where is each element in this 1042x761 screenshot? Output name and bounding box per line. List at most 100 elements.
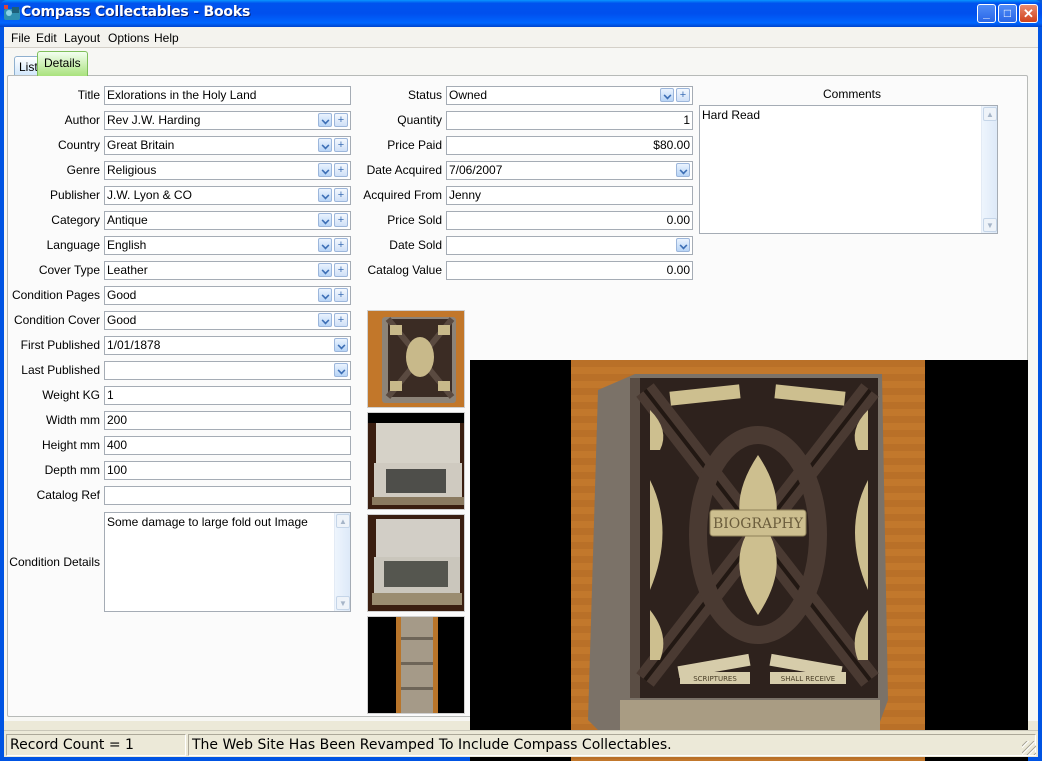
resize-grip[interactable] — [1022, 741, 1036, 755]
scroll-down-icon[interactable]: ▼ — [336, 596, 350, 610]
thumbnail-open-book-1[interactable] — [367, 412, 465, 510]
chevron-down-icon[interactable] — [318, 313, 332, 327]
mid-field-label: Price Sold — [387, 213, 442, 227]
width-mm-field[interactable]: 200 — [104, 411, 351, 430]
open-book-thumbnail-icon — [368, 515, 464, 611]
left-field-label: Genre — [66, 163, 100, 177]
mid-field-label: Status — [407, 88, 442, 102]
minimize-button[interactable]: _ — [977, 4, 996, 23]
comments-scrollbar[interactable]: ▲ ▼ — [981, 106, 997, 233]
menu-edit[interactable]: Edit — [36, 31, 57, 45]
condition-details-value: Some damage to large fold out Image — [107, 515, 308, 529]
language-value: English — [107, 238, 147, 252]
book-cover-photo-icon: BIOGRAPHY SCRIPTURES SHALL RECEIVE — [470, 360, 1028, 761]
app-window: Compass Collectables - Books _ □ ✕ File … — [0, 0, 1042, 761]
add-icon[interactable]: + — [334, 313, 348, 327]
acquired-from-field[interactable]: Jenny — [446, 186, 693, 205]
menu-options[interactable]: Options — [108, 31, 149, 45]
thumbnail-open-book-2[interactable] — [367, 514, 465, 612]
left-field-label: First Published — [20, 338, 100, 352]
chevron-down-icon[interactable] — [676, 163, 690, 177]
menu-help[interactable]: Help — [154, 31, 179, 45]
weight-kg-field[interactable]: 1 — [104, 386, 351, 405]
depth-mm-value: 100 — [107, 463, 128, 477]
maximize-button[interactable]: □ — [998, 4, 1017, 23]
add-icon[interactable]: + — [334, 288, 348, 302]
open-book-thumbnail-icon — [368, 413, 464, 509]
mid-field-label: Catalog Value — [367, 263, 443, 277]
depth-mm-field[interactable]: 100 — [104, 461, 351, 480]
left-field-label: Catalog Ref — [36, 488, 100, 502]
left-field-label: Depth mm — [44, 463, 100, 477]
left-field-label: Author — [64, 113, 100, 127]
status-message: The Web Site Has Been Revamped To Includ… — [188, 734, 1036, 756]
left-field-label: Height mm — [41, 438, 100, 452]
date-acquired-value: 7/06/2007 — [449, 163, 503, 177]
status-field[interactable]: Owned + — [446, 86, 693, 105]
chevron-down-icon[interactable] — [334, 338, 348, 352]
quantity-field[interactable]: 1 — [446, 111, 693, 130]
mid-field-label: Date Acquired — [366, 163, 442, 177]
price-paid-value: $80.00 — [653, 138, 690, 152]
condition-details-scrollbar[interactable]: ▲ ▼ — [334, 513, 350, 611]
left-field-label: Country — [57, 138, 100, 152]
catalog-value-field[interactable]: 0.00 — [446, 261, 693, 280]
chevron-down-icon[interactable] — [318, 288, 332, 302]
window-title: Compass Collectables - Books — [21, 4, 251, 20]
left-field-label: Title — [77, 88, 100, 102]
last-published-field[interactable] — [104, 361, 351, 380]
chevron-down-icon[interactable] — [660, 88, 674, 102]
height-mm-value: 400 — [107, 438, 128, 452]
menu-layout[interactable]: Layout — [64, 31, 100, 45]
condition-cover-value: Good — [107, 313, 137, 327]
left-field-label: Cover Type — [38, 263, 100, 277]
first-published-field[interactable]: 1/01/1878 — [104, 336, 351, 355]
cover-type-value: Leather — [107, 263, 148, 277]
comments-value: Hard Read — [702, 108, 761, 122]
height-mm-field[interactable]: 400 — [104, 436, 351, 455]
date-sold-field[interactable] — [446, 236, 693, 255]
left-field-label: Category — [51, 213, 100, 227]
first-published-value: 1/01/1878 — [107, 338, 161, 352]
author-value: Rev J.W. Harding — [107, 113, 201, 127]
chevron-down-icon[interactable] — [334, 363, 348, 377]
status-value: Owned — [449, 88, 488, 102]
comments-textarea[interactable]: Hard Read ▲ ▼ — [699, 105, 998, 234]
mid-field-label: Date Sold — [389, 238, 442, 252]
catalog-ref-field[interactable] — [104, 486, 351, 505]
scroll-up-icon[interactable]: ▲ — [336, 514, 350, 528]
chevron-down-icon[interactable] — [676, 238, 690, 252]
record-count: Record Count = 1 — [6, 734, 186, 756]
main-book-image[interactable]: BIOGRAPHY SCRIPTURES SHALL RECEIVE — [470, 360, 1028, 761]
menu-file[interactable]: File — [11, 31, 30, 45]
publisher-value: J.W. Lyon & CO — [107, 188, 192, 202]
price-sold-value: 0.00 — [666, 213, 690, 227]
left-field-label: Width mm — [46, 413, 100, 427]
price-sold-field[interactable]: 0.00 — [446, 211, 693, 230]
title-value: Exlorations in the Holy Land — [107, 88, 257, 102]
condition-cover-field[interactable]: Good + — [104, 311, 351, 330]
banner-right-text: SHALL RECEIVE — [781, 675, 835, 683]
tab-details[interactable]: Details — [37, 51, 88, 76]
catalog-value-value: 0.00 — [666, 263, 690, 277]
thumbnail-spine[interactable] — [367, 616, 465, 714]
mid-field-label: Acquired From — [363, 188, 442, 202]
add-icon[interactable]: + — [676, 88, 690, 102]
condition-pages-field[interactable]: Good + — [104, 286, 351, 305]
condition-pages-value: Good — [107, 288, 137, 302]
thumbnail-cover[interactable] — [367, 310, 465, 408]
scroll-down-icon[interactable]: ▼ — [983, 218, 997, 232]
details-panel: Title Exlorations in the Holy Land Author R… — [7, 75, 1028, 761]
book-cover-thumbnail-icon — [368, 311, 464, 407]
scroll-up-icon[interactable]: ▲ — [983, 107, 997, 121]
quantity-value: 1 — [683, 113, 690, 127]
condition-details-textarea[interactable]: Some damage to large fold out Image ▲ ▼ — [104, 512, 351, 612]
title-bar[interactable]: Compass Collectables - Books _ □ ✕ — [0, 0, 1042, 27]
price-paid-field[interactable]: $80.00 — [446, 136, 693, 155]
close-icon: ✕ — [1023, 6, 1034, 21]
condition-details-label: Condition Details — [9, 555, 100, 569]
minimize-icon: _ — [983, 6, 990, 20]
close-button[interactable]: ✕ — [1019, 4, 1038, 23]
date-acquired-field[interactable]: 7/06/2007 — [446, 161, 693, 180]
category-value: Antique — [107, 213, 148, 227]
